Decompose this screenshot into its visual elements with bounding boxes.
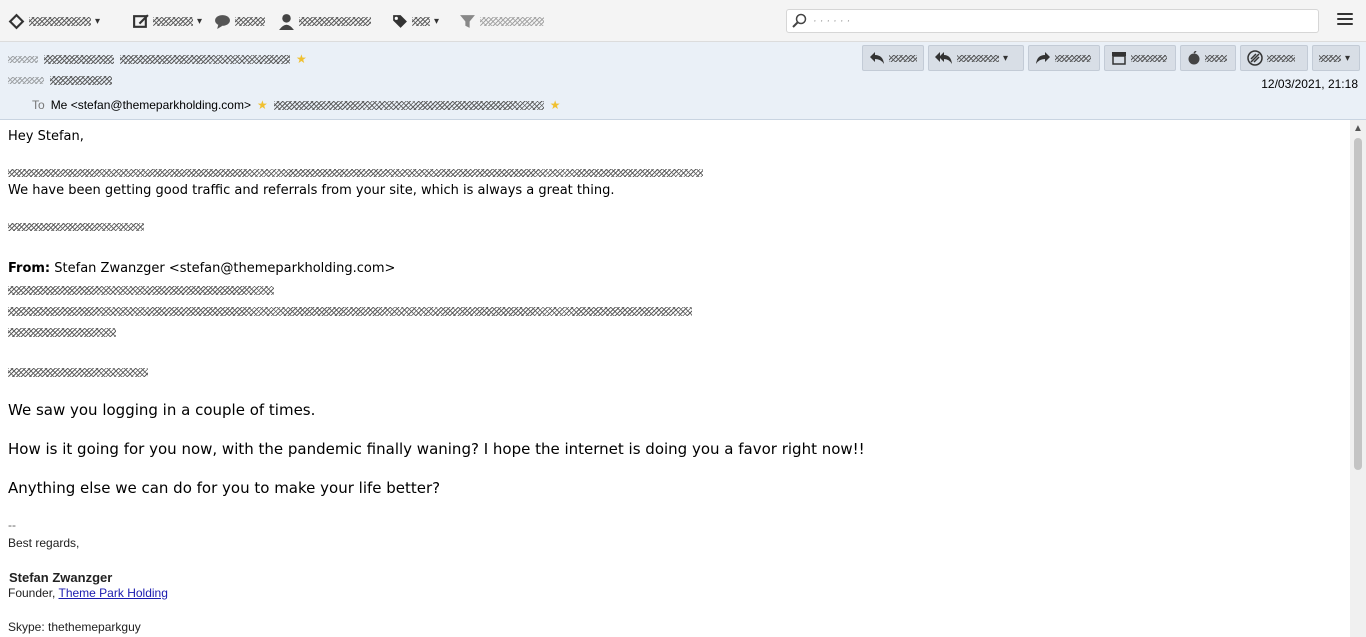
filter-icon: [460, 14, 475, 28]
get-messages-label: [29, 16, 91, 26]
search-placeholder: · · · · · ·: [813, 15, 851, 27]
subject-label: [8, 77, 44, 84]
paragraph-2: How is it going for you now, with the pa…: [8, 440, 865, 458]
traffic-line: We have been getting good traffic and re…: [8, 183, 615, 198]
chevron-down-icon[interactable]: ▾: [95, 16, 100, 27]
from-name[interactable]: [44, 54, 114, 64]
chevron-down-icon[interactable]: ▾: [197, 16, 202, 27]
from-value: Stefan Zwanzger <stefan@themeparkholding…: [54, 261, 396, 276]
quoted-from-line: From: Stefan Zwanzger <stefan@themeparkh…: [8, 261, 395, 276]
more-button[interactable]: ▾: [1312, 45, 1360, 71]
quick-filter-label: [480, 16, 544, 26]
redacted-line: [8, 328, 116, 337]
founder-prefix: Founder,: [8, 586, 56, 600]
reply-all-button[interactable]: ▾: [928, 45, 1024, 71]
greeting: Hey Stefan,: [8, 129, 84, 144]
redacted-line: [8, 368, 148, 377]
signature-title: Founder, Theme Park Holding: [8, 586, 168, 600]
get-messages-icon: [8, 13, 25, 29]
chevron-down-icon[interactable]: ▾: [434, 16, 439, 27]
reply-all-icon: [935, 52, 952, 64]
main-toolbar: ▾ ▾ ▾ · · · · · ·: [0, 0, 1366, 42]
vertical-scrollbar[interactable]: ▲: [1350, 120, 1366, 637]
tag-label: [412, 16, 430, 26]
archive-button[interactable]: [1104, 45, 1176, 71]
delete-icon: [1247, 50, 1263, 66]
chat-icon: [215, 14, 230, 29]
message-header: ★ To Me <stefan@themeparkholding.com> ★ …: [0, 42, 1366, 120]
signature-separator: --: [8, 518, 16, 532]
junk-button[interactable]: [1180, 45, 1236, 71]
address-book-icon: [279, 13, 294, 30]
star-icon[interactable]: ★: [257, 98, 268, 112]
forward-button[interactable]: [1028, 45, 1100, 71]
star-icon[interactable]: ★: [296, 52, 307, 66]
header-subject-line: [8, 76, 112, 85]
tag-icon: [393, 14, 407, 28]
reply-icon: [870, 52, 884, 64]
chevron-down-icon[interactable]: ▾: [1003, 53, 1008, 64]
junk-icon: [1188, 51, 1200, 65]
subject-value: [50, 76, 112, 85]
address-book-button[interactable]: [278, 11, 371, 31]
skype-handle: Skype: thethemeparkguy: [8, 620, 141, 634]
scroll-up-icon[interactable]: ▲: [1353, 123, 1363, 134]
to-other-recipients[interactable]: [273, 100, 544, 110]
chat-button[interactable]: [214, 11, 265, 31]
quick-filter-button[interactable]: [459, 11, 544, 31]
paragraph-3: Anything else we can do for you to make …: [8, 479, 441, 497]
chevron-down-icon[interactable]: ▾: [1345, 53, 1350, 64]
write-label: [153, 16, 193, 26]
scroll-thumb[interactable]: [1354, 138, 1362, 470]
address-book-label: [299, 16, 371, 26]
paragraph-1: We saw you logging in a couple of times.: [8, 401, 316, 419]
search-input[interactable]: · · · · · ·: [786, 9, 1319, 33]
hamburger-menu-icon[interactable]: [1337, 13, 1353, 27]
write-icon: [133, 13, 149, 28]
to-label: To: [32, 98, 45, 112]
message-date: 12/03/2021, 21:18: [1261, 77, 1358, 91]
write-button[interactable]: ▾: [132, 11, 202, 31]
message-body: Hey Stefan, We have been getting good tr…: [0, 120, 1350, 637]
redacted-line: [8, 223, 144, 231]
archive-icon: [1112, 52, 1126, 65]
header-to-line: To Me <stefan@themeparkholding.com> ★ ★: [32, 98, 561, 112]
to-value[interactable]: Me <stefan@themeparkholding.com>: [51, 98, 251, 112]
redacted-line: [8, 286, 274, 295]
header-from-line: ★: [8, 52, 307, 66]
regards: Best regards,: [8, 536, 80, 550]
forward-icon: [1036, 52, 1050, 64]
chat-label: [235, 16, 265, 26]
star-icon[interactable]: ★: [550, 98, 561, 112]
tag-button[interactable]: ▾: [391, 11, 439, 31]
signature-name: Stefan Zwanzger: [9, 570, 113, 585]
delete-button[interactable]: [1240, 45, 1308, 71]
from-label: From:: [8, 261, 51, 276]
get-messages-button[interactable]: ▾: [8, 11, 100, 31]
message-action-bar: ▾ ▾: [862, 45, 1360, 71]
from-address[interactable]: [120, 54, 290, 64]
redacted-line: [8, 307, 692, 316]
from-label: [8, 55, 38, 63]
company-link[interactable]: Theme Park Holding: [59, 586, 168, 600]
reply-button[interactable]: [862, 45, 924, 71]
redacted-line: [8, 169, 703, 177]
search-icon: [792, 13, 807, 28]
more-label: [1319, 54, 1341, 62]
